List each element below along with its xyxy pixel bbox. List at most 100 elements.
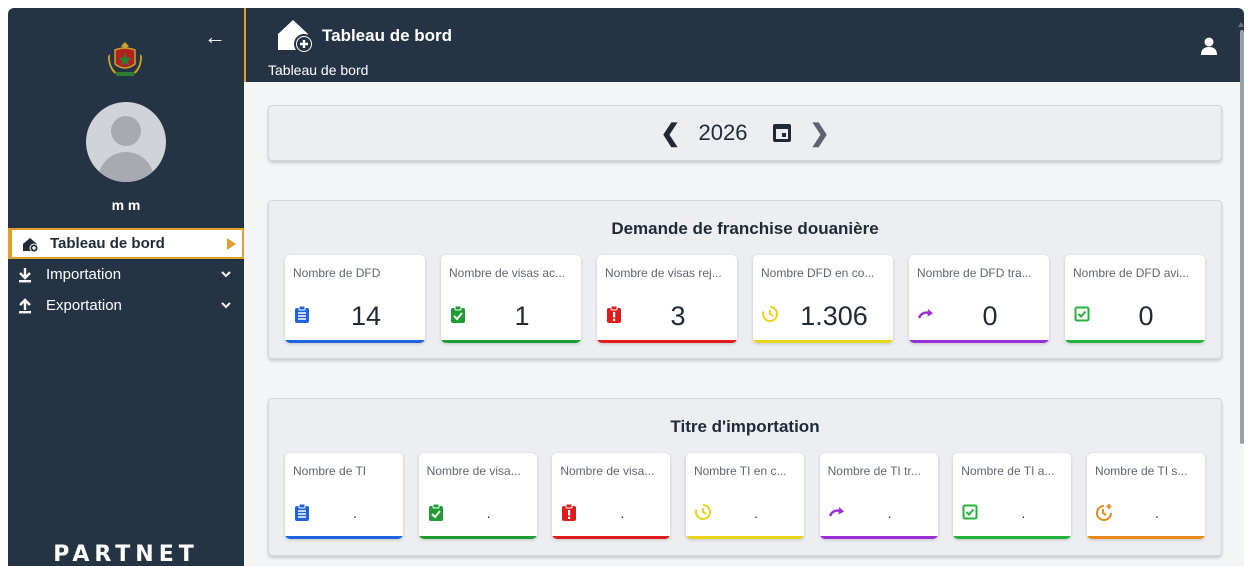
stat-card[interactable]: Nombre de DFD avi... 0 [1065,255,1205,343]
page-title: Tableau de bord [322,26,453,45]
card-label: Nombre de DFD [293,266,381,280]
card-label: Nombre de visa... [426,464,521,478]
chevron-down-icon [220,298,232,315]
clipboard-alert-icon [560,503,578,521]
card-value: . [887,505,892,521]
clock-plus-icon [1095,503,1113,521]
scrollbar[interactable] [1240,30,1244,444]
stat-card[interactable]: Nombre de TI a... . [953,453,1072,539]
card-value: 0 [982,301,998,331]
clock-progress-icon [694,503,712,521]
card-accent-bar [685,536,804,539]
card-label: Nombre DFD en co... [761,266,875,280]
card-accent-bar [909,340,1049,343]
app-window: ← m m Tableau de bord Importation Export… [8,8,1244,566]
scroll-up-arrow[interactable] [1238,22,1244,27]
upload-icon [18,297,46,314]
emblem-logo [108,42,142,76]
user-account-icon[interactable] [1200,36,1218,56]
card-accent-bar [953,536,1072,539]
card-value: . [1021,505,1026,521]
top-header: Tableau de bord Tableau de bord [244,8,1244,82]
stat-card[interactable]: Nombre DFD en co... 1.306 [753,255,893,343]
checkbox-icon [1073,305,1091,323]
card-accent-bar [819,536,938,539]
card-value: 14 [350,301,382,331]
home-plus-icon [22,236,50,252]
card-value: . [620,505,625,521]
stat-card[interactable]: Nombre de DFD tra... 0 [909,255,1049,343]
card-list: Nombre de DFD 14 Nombre de visas ac... 1… [285,255,1205,343]
clipboard-alert-icon [605,305,623,323]
card-value: . [353,505,357,521]
sidebar-item-label: Tableau de bord [50,235,165,252]
card-accent-bar [1065,340,1205,343]
card-accent-bar [753,340,893,343]
clock-progress-icon [761,305,779,323]
card-accent-bar [285,536,403,539]
stat-card[interactable]: Nombre de visa... . [418,453,537,539]
card-label: Nombre de visa... [560,464,655,478]
card-label: Nombre TI en c... [693,464,787,478]
sidebar-item-importation[interactable]: Importation [8,259,244,290]
stat-card[interactable]: Nombre de visa... . [552,453,671,539]
year-selector: ❮ 2026 ❯ [268,105,1222,161]
stat-card[interactable]: Nombre de TI . [285,453,403,539]
next-year-button[interactable]: ❯ [809,119,829,148]
stat-card[interactable]: Nombre de TI s... . [1086,453,1205,539]
panel-title: Titre d'importation [670,417,820,436]
breadcrumb: Tableau de bord [268,62,369,78]
sidebar-item-label: Exportation [46,297,122,314]
stat-card[interactable]: Nombre TI en c... . [685,453,804,539]
card-value: . [486,505,491,521]
sidebar: ← m m Tableau de bord Importation Export… [8,8,244,566]
back-arrow-icon[interactable]: ← [204,24,226,50]
card-list: Nombre de TI . Nombre de visa... . Nombr… [285,453,1205,539]
card-value: . [1154,505,1159,521]
checkbox-icon [961,503,979,521]
brand-logo: PARTNET [53,542,199,566]
card-value: . [754,505,758,521]
card-label: Nombre de TI a... [961,464,1055,478]
card-label: Nombre de visas ac... [449,266,566,280]
card-accent-bar [597,340,737,343]
stat-card[interactable]: Nombre de visas ac... 1 [441,255,581,343]
username: m m [111,197,141,213]
redo-arrow-icon [828,503,846,521]
panel-title: Demande de franchise douanière [611,219,879,238]
clipboard-check-icon [427,503,445,521]
card-accent-bar [285,340,425,343]
card-accent-bar [1086,536,1205,539]
chevron-down-icon [220,267,232,284]
redo-arrow-icon [917,305,935,323]
stat-card[interactable]: Nombre de DFD 14 [285,255,425,343]
card-accent-bar [418,536,537,539]
download-icon [18,267,46,283]
ti-panel: Titre d'importation Nombre de TI . Nombr… [268,398,1222,556]
sidebar-item-label: Importation [46,266,122,283]
card-value: 1.306 [800,301,868,331]
card-value: 1 [514,301,530,331]
year-value: 2026 [698,120,748,145]
previous-year-button[interactable]: ❮ [660,119,680,148]
clipboard-check-icon [449,305,467,323]
calendar-icon[interactable] [773,124,792,142]
stat-card[interactable]: Nombre de TI tr... . [819,453,938,539]
card-value: 3 [670,301,686,331]
sidebar-nav: Tableau de bord Importation Exportation [8,228,244,321]
dfd-panel: Demande de franchise douanière Nombre de… [268,200,1222,359]
sidebar-item-tableau-de-bord[interactable]: Tableau de bord [8,228,244,259]
active-indicator-icon [227,238,236,250]
card-label: Nombre de TI tr... [827,464,921,478]
card-label: Nombre de TI [293,464,367,478]
home-plus-icon [278,20,314,54]
card-accent-bar [441,340,581,343]
sidebar-item-exportation[interactable]: Exportation [8,290,244,321]
avatar [86,102,166,182]
card-label: Nombre de DFD avi... [1073,266,1190,280]
card-value: 0 [1138,301,1154,331]
stat-card[interactable]: Nombre de visas rej... 3 [597,255,737,343]
card-label: Nombre de visas rej... [605,266,722,280]
card-accent-bar [552,536,671,539]
clipboard-list-icon [293,305,311,323]
